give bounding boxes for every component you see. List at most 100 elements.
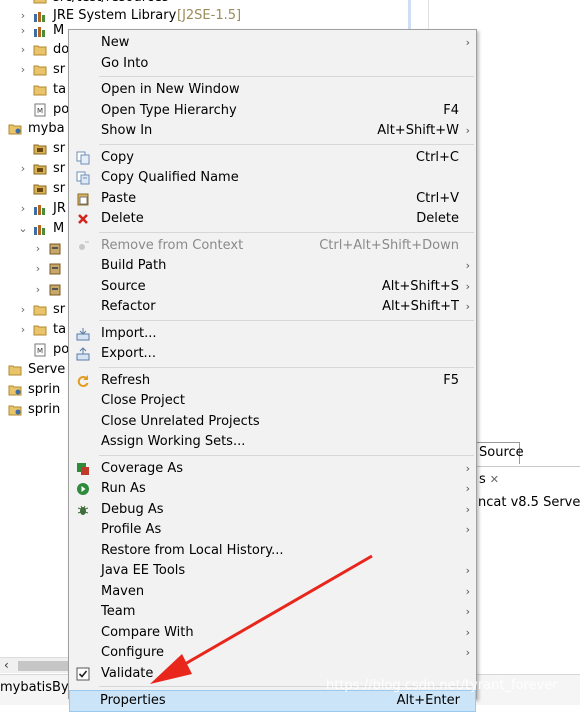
chevron-down-icon[interactable]: ⌄	[0, 119, 3, 139]
delete-icon	[76, 212, 90, 226]
submenu-arrow-icon: ›	[465, 124, 470, 137]
menu-item-restore-from-local-history[interactable]: Restore from Local History...	[71, 541, 474, 561]
menu-separator	[99, 454, 474, 456]
menu-item-copy-qualified-name[interactable]: Copy Qualified Name	[71, 168, 474, 188]
menu-item-properties[interactable]: Properties Alt+Enter	[69, 690, 476, 712]
menu-item-close-project[interactable]: Close Project	[71, 391, 474, 411]
chevron-right-icon[interactable]: ›	[18, 40, 28, 60]
menu-item-label: Close Project	[101, 393, 186, 408]
menu-item-source[interactable]: Source Alt+Shift+S ›	[71, 277, 474, 297]
menu-item-label: Run As	[101, 481, 146, 496]
remove-context-icon	[76, 239, 90, 253]
submenu-arrow-icon: ›	[465, 259, 470, 272]
menu-item-assign-working-sets[interactable]: Assign Working Sets...	[71, 432, 474, 452]
project-icon	[8, 122, 22, 136]
chevron-right-icon[interactable]: ›	[0, 380, 3, 400]
submenu-arrow-icon: ›	[465, 482, 470, 495]
chevron-down-icon[interactable]: ⌄	[18, 219, 28, 239]
menu-item-open-in-new-window[interactable]: Open in New Window	[71, 80, 474, 100]
tree-item-label: do	[53, 42, 70, 57]
menu-item-close-unrelated-projects[interactable]: Close Unrelated Projects	[71, 412, 474, 432]
tab-source[interactable]: Source	[476, 442, 524, 464]
menu-item-export[interactable]: Export...	[71, 344, 474, 364]
tree-item-label: ta	[53, 322, 67, 337]
chevron-right-icon[interactable]: ›	[33, 280, 43, 300]
submenu-arrow-icon: ›	[465, 523, 470, 536]
menu-item-import[interactable]: Import...	[71, 324, 474, 344]
copy-qualified-icon	[76, 171, 90, 185]
chevron-right-icon[interactable]: ›	[0, 360, 3, 380]
menu-item-java-ee-tools[interactable]: Java EE Tools ›	[71, 561, 474, 581]
menu-item-build-path[interactable]: Build Path ›	[71, 256, 474, 276]
chevron-right-icon[interactable]: ›	[33, 239, 43, 259]
tree-item-label: myba	[28, 121, 65, 136]
menu-item-label: New	[101, 35, 130, 50]
menu-item-compare-with[interactable]: Compare With ›	[71, 623, 474, 643]
chevron-right-icon[interactable]: ›	[33, 259, 43, 279]
menu-item-paste[interactable]: Paste Ctrl+V	[71, 189, 474, 209]
menu-item-copy[interactable]: Copy Ctrl+C	[71, 148, 474, 168]
server-list-item[interactable]: ncat v8.5 Server	[476, 492, 580, 514]
submenu-arrow-icon: ›	[465, 564, 470, 577]
menu-item-go-into[interactable]: Go Into	[71, 54, 474, 74]
checkbox-icon	[76, 667, 90, 681]
debug-icon	[76, 503, 90, 517]
tree-item-label: Serve	[28, 362, 66, 377]
lib-icon	[33, 202, 47, 216]
menu-item-label: Copy Qualified Name	[101, 170, 239, 185]
menu-item-open-type-hierarchy[interactable]: Open Type Hierarchy F4	[71, 101, 474, 121]
project-icon	[8, 383, 22, 397]
menu-item-label: Paste	[101, 190, 137, 206]
submenu-arrow-icon: ›	[465, 502, 470, 516]
svg-text:M: M	[37, 347, 43, 355]
submenu-arrow-icon: ›	[465, 279, 470, 293]
menu-item-profile-as[interactable]: Profile As ›	[71, 520, 474, 540]
menu-item-label: Go Into	[101, 55, 149, 71]
jar-icon	[48, 283, 62, 297]
srcfolder-icon	[33, 142, 47, 156]
folder-icon	[33, 63, 47, 77]
pom-icon: M	[33, 343, 47, 357]
submenu-arrow-icon: ›	[465, 584, 470, 598]
menu-item-debug-as[interactable]: Debug As ›	[71, 500, 474, 520]
chevron-right-icon[interactable]: ›	[18, 300, 28, 320]
menu-item-label: Validate	[101, 665, 154, 681]
lib-icon	[33, 24, 47, 38]
menu-item-label: Profile As	[101, 522, 162, 537]
srcfolder-icon	[33, 182, 47, 196]
tab-servers[interactable]: s ✕	[476, 466, 580, 492]
svg-text:M: M	[37, 107, 43, 115]
context-menu: New › Go Into Open in New Window Open Type H…	[68, 29, 477, 712]
menu-item-coverage-as[interactable]: Coverage As ›	[71, 459, 474, 479]
menu-item-show-in[interactable]: Show In Alt+Shift+W ›	[71, 121, 474, 141]
chevron-right-icon[interactable]: ›	[0, 400, 3, 420]
servers-tab-label: s	[479, 472, 486, 487]
menu-item-delete[interactable]: Delete Delete	[71, 209, 474, 229]
submenu-arrow-icon: ›	[465, 605, 470, 618]
menu-item-refactor[interactable]: Refactor Alt+Shift+T ›	[71, 297, 474, 317]
menu-item-run-as[interactable]: Run As ›	[71, 479, 474, 499]
chevron-right-icon[interactable]: ›	[18, 21, 28, 41]
scroll-left-icon[interactable]: ‹	[4, 658, 9, 673]
menu-item-refresh[interactable]: Refresh F5	[71, 371, 474, 391]
submenu-arrow-icon: ›	[465, 300, 470, 313]
menu-item-label: Team	[101, 604, 136, 619]
menu-item-team[interactable]: Team ›	[71, 602, 474, 622]
menu-item-label: Show In	[101, 123, 153, 138]
tree-item-label: sr	[53, 62, 66, 77]
chevron-right-icon[interactable]: ›	[18, 199, 28, 219]
menu-item-new[interactable]: New ›	[71, 33, 474, 53]
export-icon	[76, 347, 90, 361]
submenu-arrow-icon: ›	[465, 625, 470, 639]
chevron-right-icon[interactable]: ›	[18, 320, 28, 340]
tree-item-label: sr	[53, 161, 66, 176]
folder-icon	[33, 83, 47, 97]
submenu-arrow-icon: ›	[465, 36, 470, 49]
chevron-right-icon[interactable]: ›	[18, 60, 28, 80]
lib-icon	[33, 9, 47, 23]
menu-item-label: Copy	[101, 149, 134, 165]
close-icon[interactable]: ✕	[490, 473, 499, 486]
menu-item-maven[interactable]: Maven ›	[71, 582, 474, 602]
chevron-right-icon[interactable]: ›	[18, 159, 28, 179]
menu-item-configure[interactable]: Configure ›	[71, 643, 474, 663]
